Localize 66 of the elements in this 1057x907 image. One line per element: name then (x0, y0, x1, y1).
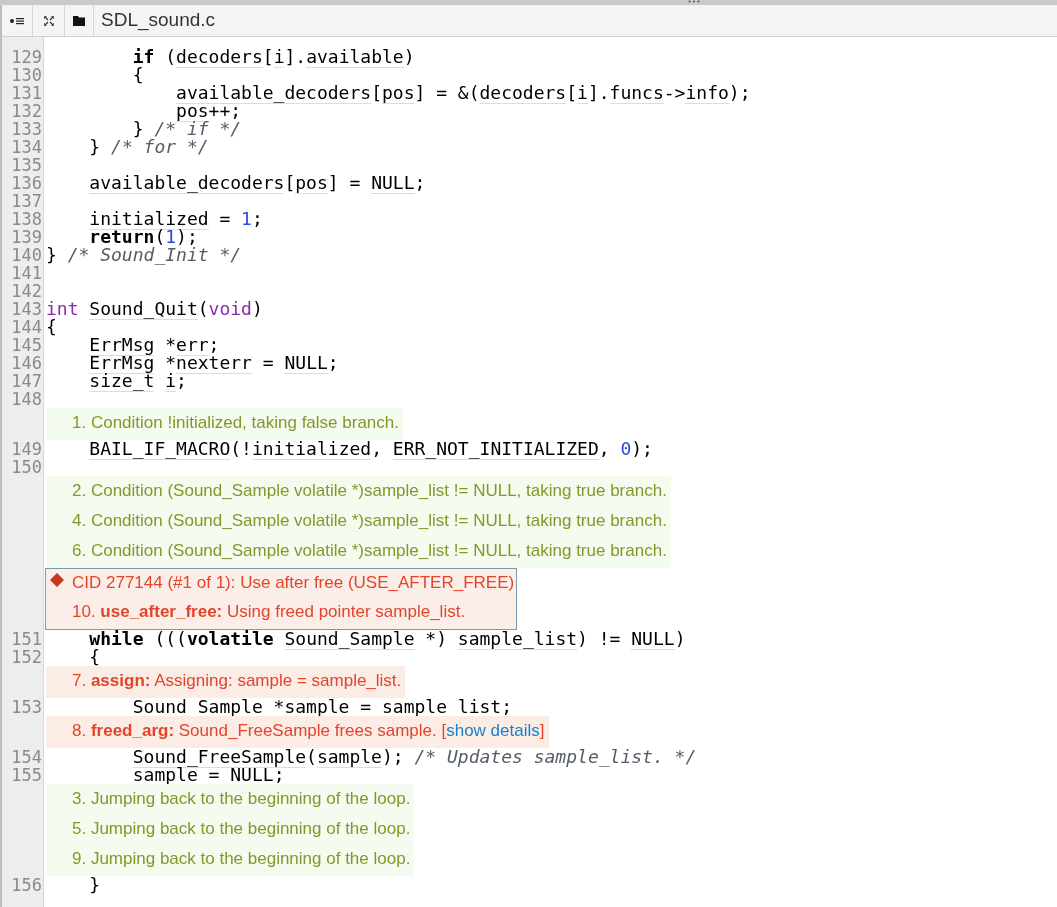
file-tab[interactable]: SDL_sound.c (94, 6, 216, 35)
code-line: pos++; (175, 102, 242, 120)
line-number: 132 (10, 102, 43, 120)
grip-icon (687, 0, 700, 3)
line-number: 131 (10, 84, 43, 102)
line-number: 138 (10, 210, 43, 228)
line-number: 141 (10, 264, 43, 282)
line-number: 156 (10, 876, 43, 894)
code-line: int Sound_Quit(void) (45, 300, 263, 318)
event-message: 10. use_after_free: Using freed pointer sample_list. (71, 601, 467, 623)
event-message: 4. Condition (Sound_Sample volatile *)sample_list != NULL, taking true branch. (71, 510, 668, 532)
line-number: 130 (10, 66, 43, 84)
line-number: 145 (10, 336, 43, 354)
code-line: } /* Sound_Init */ (45, 246, 242, 264)
code-line: initialized = 1; (88, 210, 263, 228)
code-line: { (45, 318, 57, 336)
line-number: 152 (10, 648, 43, 666)
event-message: 5. Jumping back to the beginning of the loop. (71, 818, 412, 840)
event-message: 9. Jumping back to the beginning of the loop. (71, 848, 412, 870)
code-line: size_t i; (88, 372, 187, 390)
line-number: 146 (10, 354, 43, 372)
code-line: while (((volatile Sound_Sample *) sample_list) != NULL) (88, 630, 686, 648)
line-number: 153 (10, 698, 43, 716)
line-number: 136 (10, 174, 43, 192)
code-line: return(1); (88, 228, 198, 246)
line-number: 137 (10, 192, 43, 210)
code-line: } /* for */ (88, 138, 209, 156)
line-number: 154 (10, 748, 43, 766)
event-message: 2. Condition (Sound_Sample volatile *)sample_list != NULL, taking true branch. (71, 480, 668, 502)
code-line: } /* if */ (131, 120, 242, 138)
line-number: 142 (10, 282, 43, 300)
line-number: 139 (10, 228, 43, 246)
folder-icon (73, 15, 85, 26)
defect-icon (50, 573, 64, 587)
code-line: ErrMsg *nexterr = NULL; (88, 354, 339, 372)
list-icon (10, 16, 24, 25)
line-number: 134 (10, 138, 43, 156)
line-number: 143 (10, 300, 43, 318)
line-number: 148 (10, 390, 43, 408)
code-line: ErrMsg *err; (88, 336, 220, 354)
line-number: 155 (10, 766, 43, 784)
line-number: 149 (10, 440, 43, 458)
line-number: 140 (10, 246, 43, 264)
code-line: } (88, 876, 101, 894)
event-message: 8. freed_arg: Sound_FreeSample frees sample. [show details] (71, 720, 546, 742)
code-line: Sound_FreeSample(sample); /* Updates sample_list. */ (131, 748, 697, 766)
event-message: 6. Condition (Sound_Sample volatile *)sample_list != NULL, taking true branch. (71, 540, 668, 562)
line-number: 144 (10, 318, 43, 336)
code-line: BAIL_IF_MACRO(!initialized, ERR_NOT_INITIALIZED, 0); (88, 440, 653, 458)
code-line: { (131, 66, 144, 84)
code-line: available_decoders[pos] = &(decoders[i].funcs->info); (175, 84, 751, 102)
code-line: available_decoders[pos] = NULL; (88, 174, 426, 192)
expand-icon (43, 15, 54, 26)
line-number: 129 (10, 48, 43, 66)
line-number: 135 (10, 156, 43, 174)
event-message: 1. Condition !initialized, taking false branch. (71, 412, 400, 434)
event-message: 7. assign: Assigning: sample = sample_list. (71, 670, 403, 692)
defect-title: CID 277144 (#1 of 1): Use after free (USE_AFTER_FREE) (72, 572, 515, 595)
code-line: { (88, 648, 101, 666)
line-number: 133 (10, 120, 43, 138)
event-message: 3. Jumping back to the beginning of the loop. (71, 788, 412, 810)
line-number: 151 (10, 630, 43, 648)
show-details-link[interactable]: show details (446, 721, 540, 740)
code-line: if (decoders[i].available) (131, 48, 415, 66)
line-number: 150 (10, 458, 43, 476)
line-number: 147 (10, 372, 43, 390)
